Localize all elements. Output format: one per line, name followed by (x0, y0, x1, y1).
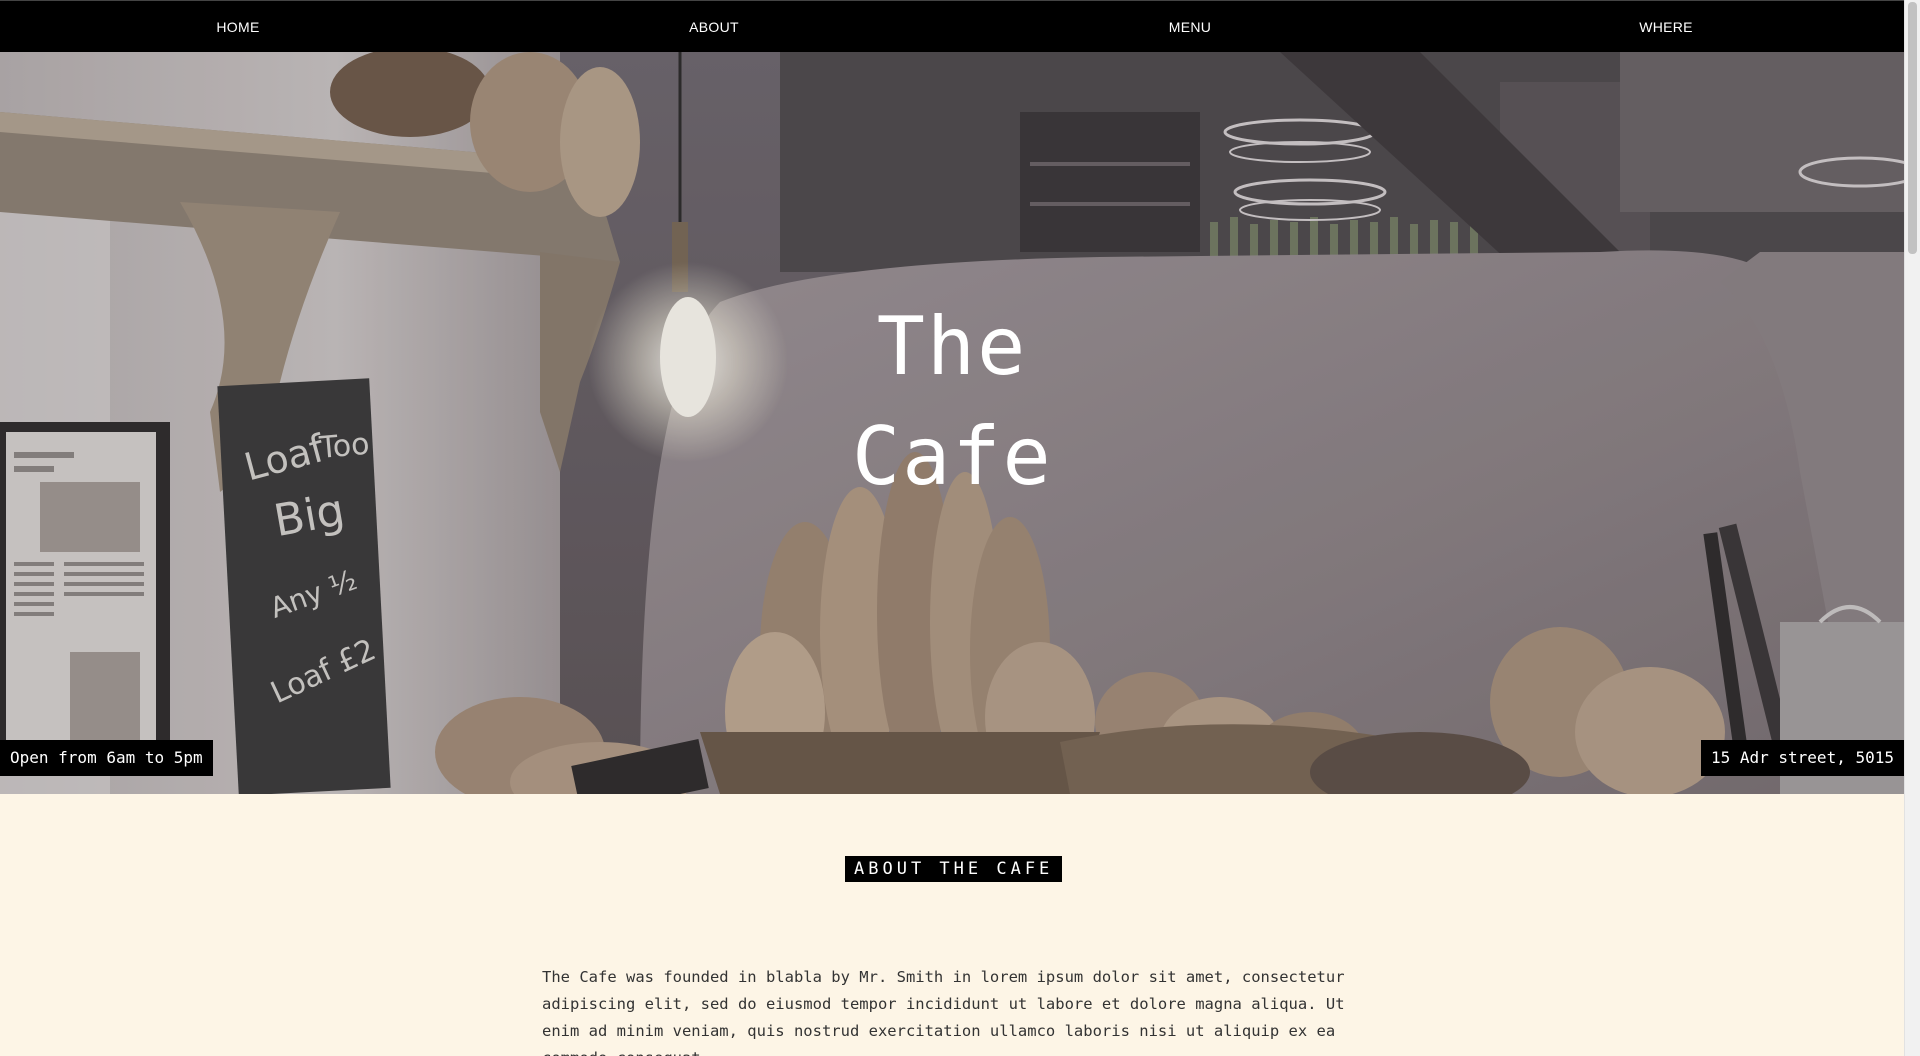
page: HOME ABOUT MENU WHERE Loaf Too Big Any ½… (0, 0, 1904, 1056)
opening-hours-badge: Open from 6am to 5pm (0, 740, 213, 776)
page-scrollbar[interactable] (1904, 0, 1920, 1056)
about-paragraph: The Cafe was founded in blabla by Mr. Sm… (542, 968, 1345, 1056)
scrollbar-thumb[interactable] (1908, 2, 1917, 254)
hero-title: The Cafe (852, 292, 1052, 512)
nav-where-link[interactable]: WHERE (1428, 1, 1904, 53)
nav-menu-link[interactable]: MENU (952, 1, 1428, 53)
nav-about-link[interactable]: ABOUT (476, 1, 952, 53)
hero-title-line-2: Cafe (852, 410, 1053, 503)
top-navbar: HOME ABOUT MENU WHERE (0, 0, 1904, 52)
hero-banner: Loaf Too Big Any ½ Loaf £2 The Cafe Open… (0, 52, 1904, 794)
nav-home-link[interactable]: HOME (0, 1, 476, 53)
hero-title-line-1: The (876, 300, 1028, 393)
about-section-heading: ABOUT THE CAFE (845, 856, 1063, 882)
address-badge: 15 Adr street, 5015 (1700, 740, 1904, 776)
